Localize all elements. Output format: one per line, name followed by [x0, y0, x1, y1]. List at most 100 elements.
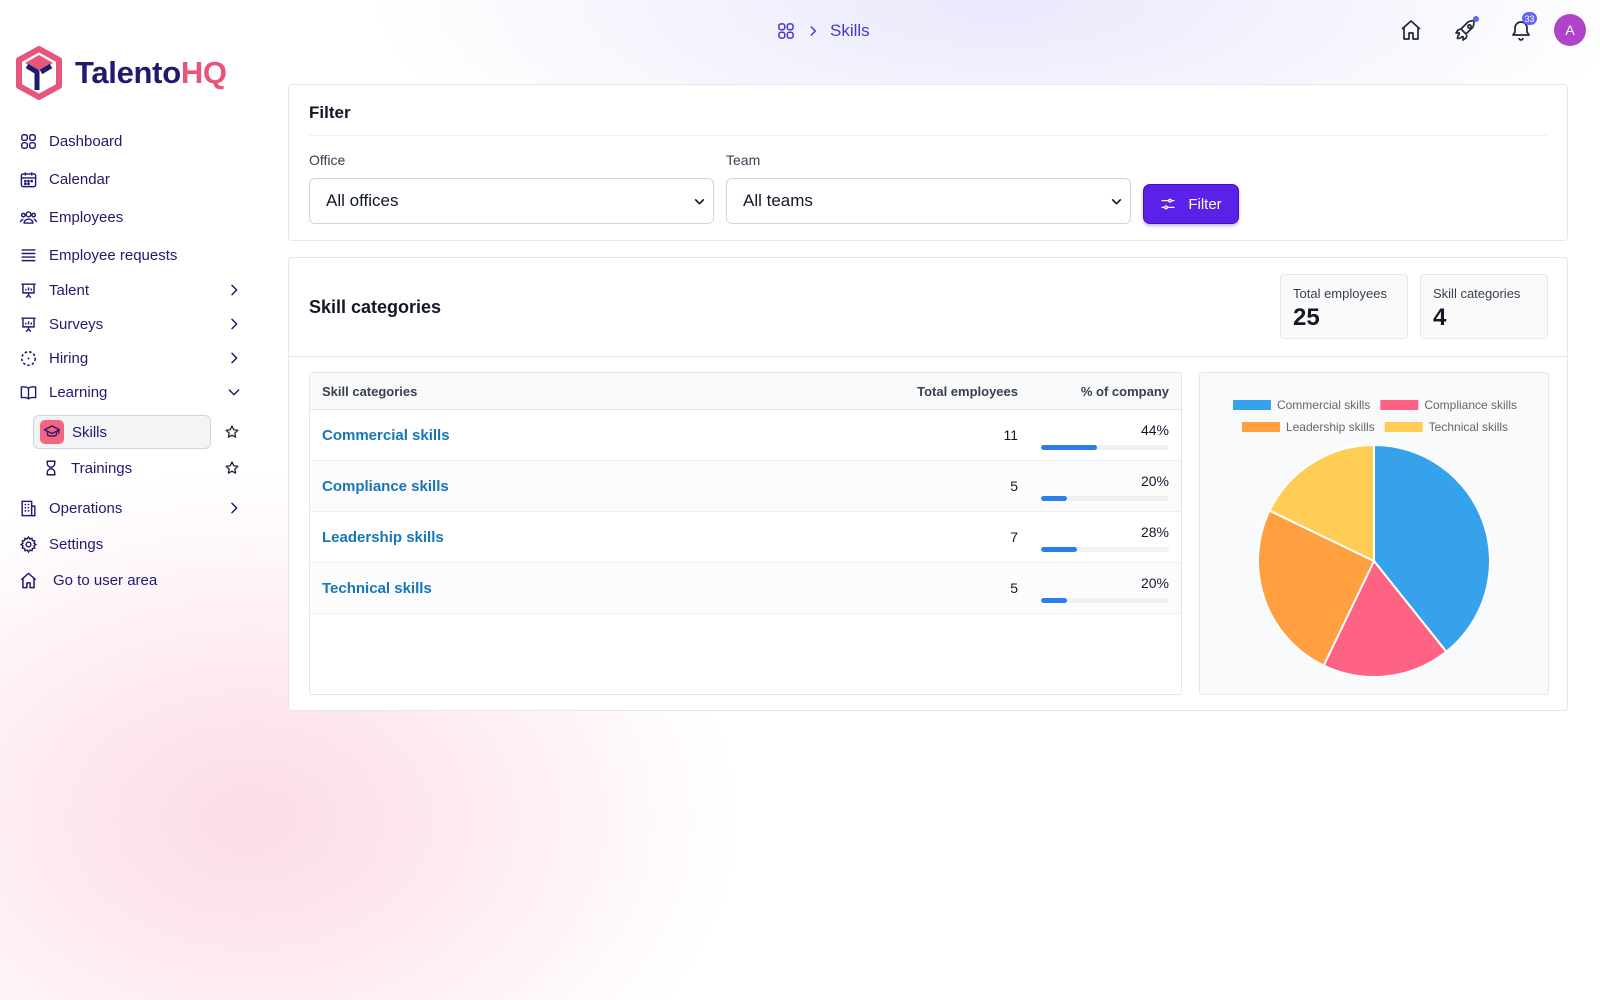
sidebar-item-label: Employee requests	[49, 246, 178, 264]
legend-label[interactable]: Leadership skills	[1286, 420, 1375, 434]
presentation-chart-icon	[18, 280, 38, 300]
chevron-down-icon	[224, 382, 244, 402]
percent-of-company: 44%	[1140, 422, 1169, 438]
legend-label[interactable]: Compliance skills	[1424, 398, 1517, 412]
sidebar-item-employees[interactable]: Employees	[18, 204, 244, 230]
chevron-down-icon	[1111, 199, 1122, 205]
skill-category-link[interactable]: Compliance skills	[322, 478, 449, 495]
sidebar-item-employee-requests[interactable]: Employee requests	[18, 242, 244, 268]
legend-label[interactable]: Commercial skills	[1277, 398, 1370, 412]
skill-category-link[interactable]: Leadership skills	[322, 529, 444, 546]
legend-swatch[interactable]	[1380, 400, 1419, 410]
sidebar-subitem-trainings[interactable]: Trainings	[33, 451, 211, 485]
percent-of-company: 20%	[1140, 473, 1169, 489]
sidebar-item-label: Hiring	[49, 349, 89, 367]
table-row: Leadership skills 7 28%	[310, 512, 1181, 563]
table-row: Commercial skills 11 44%	[310, 410, 1181, 461]
home-button[interactable]	[1393, 13, 1429, 47]
favorite-star-icon[interactable]	[222, 458, 242, 478]
sidebar-item-label: Settings	[49, 535, 104, 553]
chevron-down-icon	[694, 199, 705, 205]
brand-name: TalentoHQ	[75, 55, 227, 90]
sidebar-item-calendar[interactable]: Calendar	[18, 166, 244, 192]
percent-progress-fill	[1041, 496, 1067, 501]
graduation-cap-icon	[40, 420, 64, 444]
sidebar-item-label: Operations	[49, 499, 123, 517]
table-row: Compliance skills 5 20%	[310, 461, 1181, 512]
percent-progress-bar	[1041, 547, 1169, 552]
skills-table: Skill categories Total employees % of co…	[309, 372, 1182, 695]
sidebar-item-go-to-user-area[interactable]: Go to user area	[18, 567, 244, 593]
sidebar-item-label: Dashboard	[49, 132, 123, 150]
filter-button-label: Filter	[1188, 195, 1222, 213]
sidebar-subitem-label: Trainings	[71, 459, 133, 477]
header-actions: 33 A	[1374, 12, 1586, 47]
breadcrumb: Skills	[776, 19, 870, 43]
legend-swatch[interactable]	[1241, 422, 1280, 432]
employee-count: 5	[1010, 580, 1018, 596]
sliders-icon	[1161, 198, 1175, 210]
percent-progress-bar	[1041, 598, 1169, 603]
section-title: Skill categories	[309, 297, 442, 317]
updates-button[interactable]	[1448, 13, 1484, 47]
sidebar-subitem-skills[interactable]: Skills	[33, 415, 211, 449]
favorite-star-icon[interactable]	[222, 422, 242, 442]
percent-progress-fill	[1041, 445, 1098, 450]
stat-label: Skill categories	[1433, 286, 1521, 301]
employee-count: 11	[1003, 427, 1018, 443]
list-icon	[18, 245, 38, 265]
percent-progress-fill	[1041, 547, 1077, 552]
breadcrumb-current: Skills	[830, 21, 870, 40]
employee-count: 5	[1010, 478, 1018, 494]
skill-category-link[interactable]: Commercial skills	[322, 427, 450, 444]
building-icon	[18, 498, 38, 518]
home-icon	[18, 570, 38, 590]
presentation-chart-icon	[18, 314, 38, 334]
grid-icon[interactable]	[776, 21, 796, 41]
sidebar-item-label: Go to user area	[53, 571, 158, 589]
legend-swatch[interactable]	[1384, 422, 1423, 432]
office-select[interactable]: All offices	[309, 178, 714, 224]
sidebar-item-dashboard[interactable]: Dashboard	[18, 128, 244, 154]
filter-button[interactable]: Filter	[1143, 184, 1239, 224]
sidebar-item-label: Calendar	[49, 170, 110, 188]
sidebar-item-label: Talent	[49, 281, 90, 299]
book-icon	[18, 382, 38, 402]
team-select-value: All teams	[743, 191, 813, 210]
sidebar-item-label: Employees	[49, 208, 124, 226]
grid-icon	[18, 131, 38, 151]
divider	[289, 356, 1567, 357]
employee-count: 7	[1010, 529, 1018, 545]
sidebar-item-learning[interactable]: Learning	[18, 379, 244, 405]
team-select[interactable]: All teams	[726, 178, 1131, 224]
stat-skill-categories: Skill categories 4	[1420, 274, 1548, 339]
filter-card: Filter Office All offices Team All teams…	[288, 84, 1568, 241]
office-select-value: All offices	[326, 191, 399, 210]
sidebar-item-talent[interactable]: Talent	[18, 277, 244, 303]
user-avatar[interactable]: A	[1554, 14, 1586, 46]
column-header-category: Skill categories	[322, 384, 418, 399]
table-row: Technical skills 5 20%	[310, 563, 1181, 614]
legend-label[interactable]: Technical skills	[1429, 420, 1508, 434]
table-header: Skill categories Total employees % of co…	[310, 373, 1181, 410]
chevron-right-icon	[224, 314, 244, 334]
trophy-icon	[39, 456, 63, 480]
sidebar-item-settings[interactable]: Settings	[18, 531, 244, 557]
sidebar-subitem-label: Skills	[72, 423, 108, 441]
percent-of-company: 28%	[1140, 524, 1169, 540]
update-dot	[1473, 16, 1479, 22]
sidebar-item-operations[interactable]: Operations	[18, 495, 244, 521]
sidebar-item-hiring[interactable]: Hiring	[18, 345, 244, 371]
skill-category-link[interactable]: Technical skills	[322, 580, 432, 597]
skills-pie-chart: Commercial skills Compliance skills Leader…	[1199, 372, 1549, 695]
users-icon	[18, 207, 38, 227]
sidebar-item-surveys[interactable]: Surveys	[18, 311, 244, 337]
brand-logo[interactable]: TalentoHQ	[15, 46, 227, 100]
notifications-button[interactable]: 33	[1503, 12, 1539, 47]
chevron-right-icon	[806, 24, 820, 38]
percent-progress-bar	[1041, 496, 1169, 501]
filter-title: Filter	[309, 103, 351, 122]
legend-swatch[interactable]	[1232, 400, 1271, 410]
sidebar-item-label: Surveys	[49, 315, 104, 333]
percent-progress-fill	[1041, 598, 1067, 603]
